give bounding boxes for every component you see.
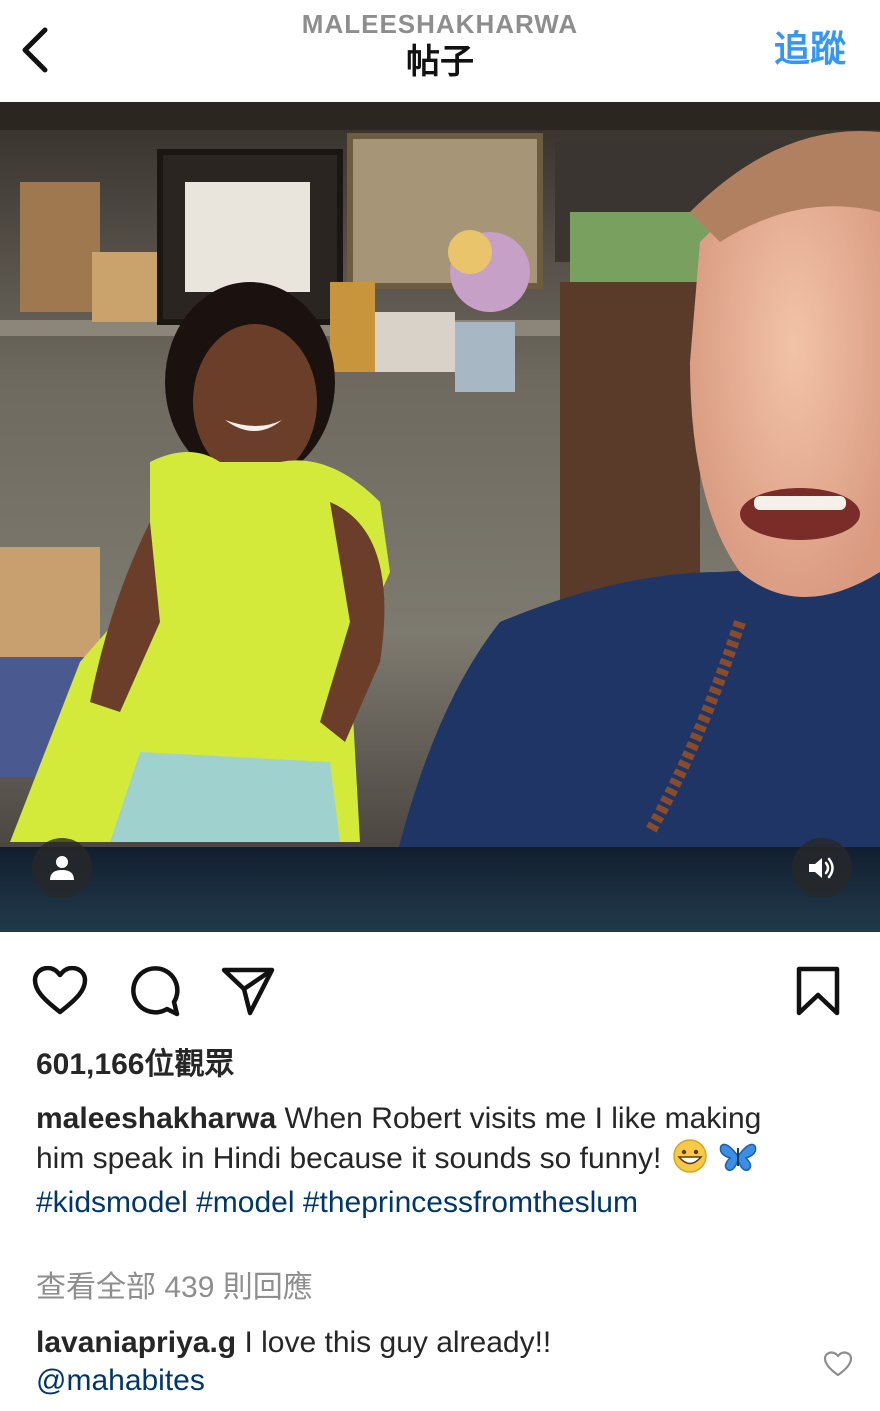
hashtag-link[interactable]: #theprincessfromtheslum — [303, 1186, 638, 1219]
speaker-icon — [809, 857, 834, 879]
header-subtitle: 帖子 — [406, 43, 474, 81]
paper-plane-icon — [221, 967, 275, 1016]
top-navigation-bar: MALEESHAKHARWA 帖子 追蹤 — [0, 0, 880, 102]
post-action-bar — [0, 955, 880, 1027]
comment-item: lavaniapriya.g I love this guy already!!… — [36, 1324, 796, 1400]
comment-button[interactable] — [122, 955, 186, 1027]
small-heart-icon — [823, 1351, 853, 1377]
comment-text: I love this guy already!! — [236, 1326, 552, 1359]
hashtag-link[interactable]: #kidsmodel — [36, 1186, 188, 1219]
person-icon — [50, 856, 74, 880]
header-titles: MALEESHAKHARWA 帖子 — [240, 8, 640, 84]
comment-like-button[interactable] — [818, 1344, 858, 1384]
post-video[interactable] — [0, 102, 880, 932]
header-username: MALEESHAKHARWA — [301, 9, 579, 39]
comment-username[interactable]: lavaniapriya.g — [36, 1326, 236, 1359]
butterfly-emoji-icon — [718, 1138, 758, 1184]
follow-button[interactable]: 追蹤 — [774, 24, 846, 74]
bookmark-icon — [796, 966, 840, 1016]
chevron-left-icon — [22, 27, 48, 73]
hashtag-link[interactable]: #model — [196, 1186, 294, 1219]
caption-username[interactable]: maleeshakharwa — [36, 1102, 276, 1135]
post-caption: maleeshakharwa When Robert visits me I l… — [36, 1100, 816, 1222]
save-button[interactable] — [786, 955, 850, 1027]
view-all-comments-link[interactable]: 查看全部 439 則回應 — [36, 1268, 313, 1308]
video-frame — [0, 102, 880, 932]
comment-bubble-icon — [131, 966, 180, 1017]
like-button[interactable] — [28, 955, 92, 1027]
view-count: 601,166位觀眾 — [36, 1048, 235, 1081]
heart-icon — [32, 966, 88, 1015]
tagged-users-button[interactable] — [32, 838, 92, 898]
back-button[interactable] — [12, 22, 56, 78]
sound-toggle-button[interactable] — [792, 838, 852, 898]
grinning-face-emoji-icon — [670, 1138, 710, 1184]
share-button[interactable] — [216, 955, 280, 1027]
comment-mention-link[interactable]: @mahabites — [36, 1364, 205, 1397]
